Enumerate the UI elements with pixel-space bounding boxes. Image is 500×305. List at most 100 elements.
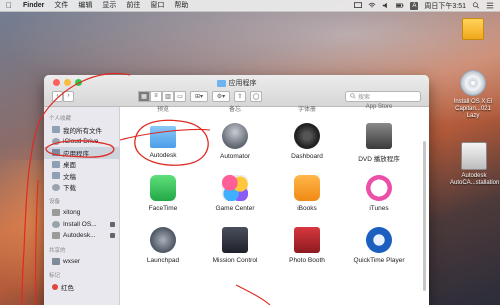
eject-icon[interactable] — [110, 233, 115, 239]
desktop-icon-label: Install OS X El Capitan...021 Lazy — [453, 99, 493, 119]
display-icon[interactable] — [354, 2, 363, 9]
app-mission-control[interactable]: Mission Control — [199, 217, 271, 269]
sidebar-item-all-my-files[interactable]: 我的所有文件 — [44, 124, 119, 136]
menu-go[interactable]: 前往 — [121, 0, 145, 12]
sidebar: 个人收藏 我的所有文件 iCloud Drive 应用程序 桌面 文稿 下载 设… — [44, 107, 120, 305]
app-dvd-player[interactable]: DVD 播放程序 — [343, 113, 415, 165]
app-quicktime-player[interactable]: QuickTime Player — [343, 217, 415, 269]
app-autodesk[interactable]: Autodesk — [127, 113, 199, 165]
sidebar-item-label: 桌面 — [63, 162, 76, 170]
red-tag-icon — [52, 283, 58, 290]
spotlight-icon[interactable] — [472, 2, 480, 9]
list-view-button[interactable]: ≡ — [150, 90, 162, 102]
desktop-install-osx[interactable]: Install OS X El Capitan...021 Lazy — [448, 70, 498, 120]
sidebar-item-xitong[interactable]: xitong — [44, 207, 119, 219]
itunes-note-icon — [366, 175, 392, 201]
search-icon — [350, 93, 356, 99]
volume-icon[interactable] — [382, 2, 390, 9]
menu-view[interactable]: 显示 — [97, 0, 121, 12]
dvd-disc-icon — [460, 70, 486, 96]
action-gear-button[interactable]: ⚙▾ — [212, 90, 230, 102]
sidebar-item-tag-red[interactable]: 红色 — [44, 281, 119, 293]
app-photo-booth[interactable]: Photo Booth — [271, 217, 343, 269]
folder-icon — [216, 79, 226, 87]
app-game-center[interactable]: Game Center — [199, 165, 271, 217]
eject-icon[interactable] — [110, 221, 115, 227]
app-automator[interactable]: Automator — [199, 113, 271, 165]
arrange-button[interactable]: ⊞▾ — [190, 90, 208, 102]
column-view-button[interactable]: ▥ — [162, 90, 174, 102]
window-title: 应用程序 — [44, 78, 429, 88]
app-label: 预览 — [156, 107, 169, 113]
toolbar: ‹ › ▦ ≡ ▥ ▭ ⊞▾ ⚙▾ ⇧ ◯ 搜索 — [52, 89, 421, 103]
notification-center-icon[interactable] — [486, 2, 494, 9]
app-dashboard[interactable]: Dashboard — [271, 113, 343, 165]
share-button[interactable]: ⇧ — [234, 90, 246, 102]
automator-robot-icon — [222, 123, 248, 149]
input-source-badge[interactable]: A — [410, 1, 419, 10]
sidebar-item-desktop[interactable]: 桌面 — [44, 159, 119, 171]
battery-icon[interactable] — [396, 2, 404, 9]
app-ibooks[interactable]: iBooks — [271, 165, 343, 217]
mission-control-windows-icon — [222, 227, 248, 253]
menu-window[interactable]: 窗口 — [145, 0, 169, 12]
applications-icon — [52, 149, 60, 157]
app-launchpad[interactable]: Launchpad — [127, 217, 199, 269]
desktop-drive-yellow[interactable] — [455, 18, 491, 43]
documents-icon — [52, 172, 60, 180]
apple-menu-icon[interactable]:  — [0, 1, 18, 10]
app-label: Dashboard — [291, 153, 323, 160]
dashboard-gauge-icon — [294, 123, 320, 149]
nav-buttons: ‹ › — [52, 90, 74, 102]
app-itunes[interactable]: iTunes — [343, 165, 415, 217]
menu-bar:  Finder 文件 编辑 显示 前往 窗口 帮助 A 周日下午3:51 — [0, 0, 500, 12]
cloud-icon — [52, 137, 60, 145]
sidebar-item-install-os[interactable]: Install OS... — [44, 219, 119, 231]
app-label: Mission Control — [212, 257, 258, 264]
sidebar-item-label: xitong — [63, 209, 81, 217]
sidebar-item-documents[interactable]: 文稿 — [44, 170, 119, 182]
menu-edit[interactable]: 编辑 — [73, 0, 97, 12]
sidebar-item-label: 下载 — [63, 185, 76, 193]
tag-button[interactable]: ◯ — [250, 90, 262, 102]
partial-previous-row: 预览 备忘 字体册 App Store — [127, 104, 429, 113]
vertical-scrollbar[interactable] — [423, 141, 426, 291]
sidebar-section-shared: 共享的 — [49, 247, 66, 254]
forward-button[interactable]: › — [63, 90, 74, 102]
ibooks-book-icon — [294, 175, 320, 201]
view-mode-group: ▦ ≡ ▥ ▭ — [138, 90, 186, 102]
app-label: 备忘 — [228, 107, 241, 113]
window-titlebar[interactable]: 应用程序 ‹ › ▦ ≡ ▥ ▭ ⊞▾ ⚙▾ ⇧ ◯ 搜索 — [44, 75, 429, 107]
photo-booth-icon — [294, 227, 320, 253]
sidebar-item-label: 我的所有文件 — [63, 127, 102, 135]
facetime-camera-icon — [150, 175, 176, 201]
desktop-icon — [52, 160, 60, 168]
app-label: App Store — [365, 104, 393, 110]
app-label: Game Center — [215, 205, 255, 212]
back-button[interactable]: ‹ — [52, 90, 63, 102]
app-grid: Autodesk Automator Dashboard DVD 播放程序 Fa… — [121, 113, 429, 269]
sidebar-item-autodesk[interactable]: Autodesk... — [44, 230, 119, 242]
sidebar-item-downloads[interactable]: 下载 — [44, 182, 119, 194]
sidebar-section-devices: 设备 — [49, 199, 61, 205]
sidebar-item-icloud-drive[interactable]: iCloud Drive — [44, 136, 119, 148]
menu-clock[interactable]: 周日下午3:51 — [424, 1, 466, 11]
menu-help[interactable]: 帮助 — [169, 0, 193, 12]
sidebar-item-applications[interactable]: 应用程序 — [44, 147, 119, 159]
coverflow-view-button[interactable]: ▭ — [174, 90, 186, 102]
desktop-autodesk-volume[interactable]: Autodesk AutoCA...stallation — [450, 142, 499, 187]
menu-file[interactable]: 文件 — [49, 0, 73, 12]
search-field[interactable]: 搜索 — [345, 90, 421, 102]
app-facetime[interactable]: FaceTime — [127, 165, 199, 217]
menu-finder[interactable]: Finder — [18, 0, 49, 12]
app-label: Autodesk — [149, 152, 177, 159]
icon-view-button[interactable]: ▦ — [138, 90, 150, 102]
app-label: iBooks — [297, 205, 317, 212]
wifi-icon[interactable] — [368, 2, 376, 9]
launchpad-rocket-icon — [150, 227, 176, 253]
sidebar-item-wxser[interactable]: wxser — [44, 256, 119, 268]
computer-icon — [52, 257, 60, 265]
app-label: QuickTime Player — [353, 257, 405, 264]
sidebar-item-label: 红色 — [61, 284, 74, 292]
sidebar-item-label: Install OS... — [63, 220, 97, 228]
